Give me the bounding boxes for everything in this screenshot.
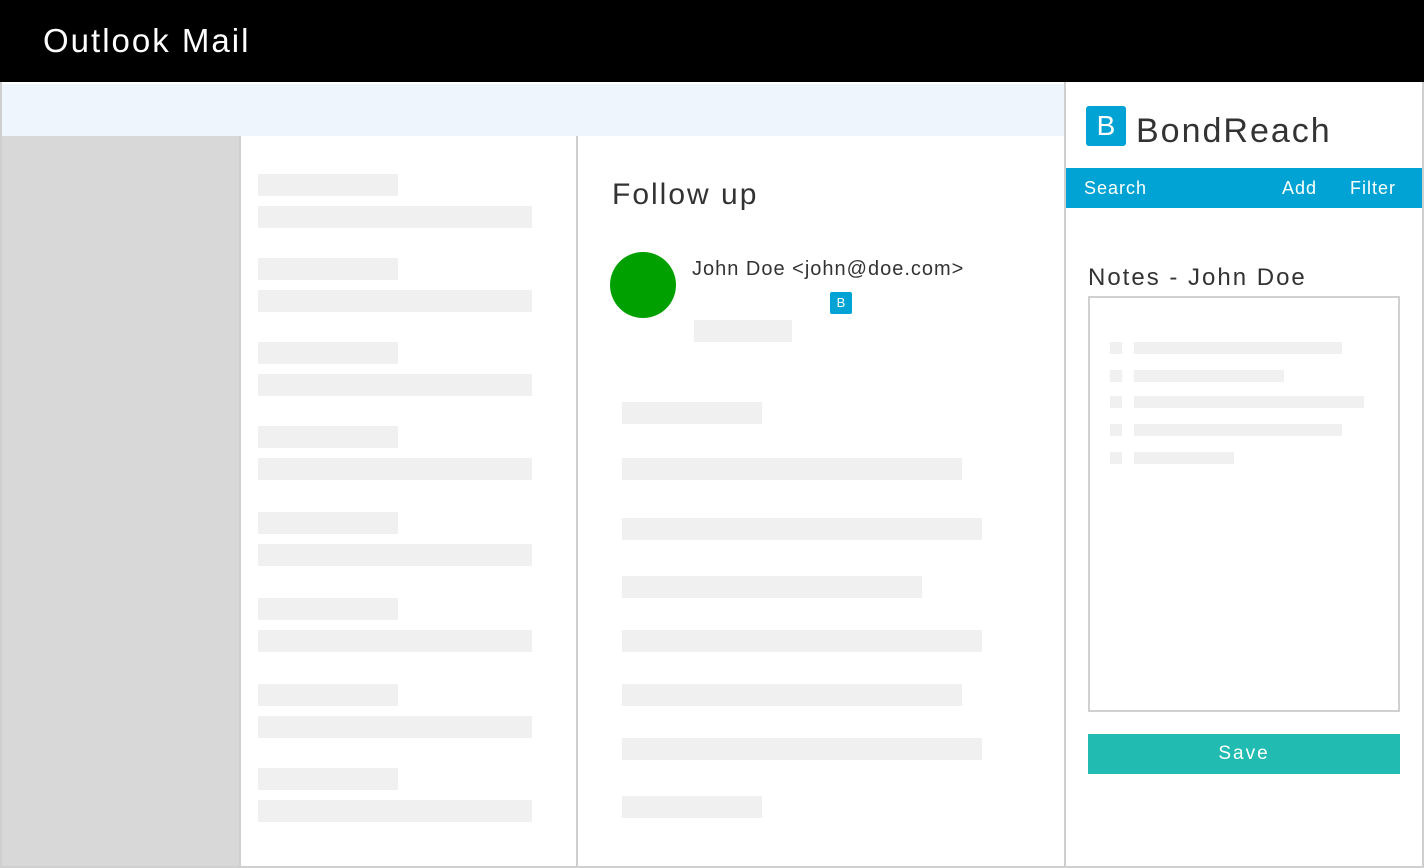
- body-line-placeholder: [622, 738, 982, 760]
- list-item-title-placeholder[interactable]: [258, 598, 398, 620]
- list-item-preview-placeholder[interactable]: [258, 800, 532, 822]
- bondreach-badge-icon[interactable]: B: [830, 292, 852, 314]
- note-bullet-placeholder: [1110, 370, 1122, 382]
- list-item-title-placeholder[interactable]: [258, 768, 398, 790]
- addin-brand-name: BondReach: [1136, 112, 1332, 150]
- body-line-placeholder: [622, 458, 962, 480]
- list-item-title-placeholder[interactable]: [258, 512, 398, 534]
- note-bullet-placeholder: [1110, 342, 1122, 354]
- body-line-placeholder: [622, 518, 982, 540]
- save-button[interactable]: Save: [1088, 734, 1400, 774]
- list-item-title-placeholder[interactable]: [258, 342, 398, 364]
- list-item-title-placeholder[interactable]: [258, 258, 398, 280]
- app-title: Outlook Mail: [43, 22, 251, 59]
- message-date-placeholder: [694, 320, 792, 342]
- note-line-placeholder: [1134, 452, 1234, 464]
- folder-pane[interactable]: [2, 136, 239, 866]
- note-bullet-placeholder: [1110, 396, 1122, 408]
- message-sender: John Doe <john@doe.com>: [692, 258, 965, 280]
- body-line-placeholder: [622, 796, 762, 818]
- list-item-title-placeholder[interactable]: [258, 426, 398, 448]
- body-line-placeholder: [622, 402, 762, 424]
- list-item-preview-placeholder[interactable]: [258, 290, 532, 312]
- body-line-placeholder: [622, 630, 982, 652]
- notes-textarea[interactable]: [1088, 296, 1400, 712]
- message-subject: Follow up: [612, 178, 759, 211]
- nav-filter-link[interactable]: Filter: [1350, 178, 1396, 199]
- nav-search-link[interactable]: Search: [1084, 178, 1147, 199]
- bondreach-logo-icon: B: [1086, 106, 1126, 146]
- note-line-placeholder: [1134, 370, 1284, 382]
- list-item-preview-placeholder[interactable]: [258, 206, 532, 228]
- notes-title: Notes - John Doe: [1088, 264, 1307, 291]
- note-line-placeholder: [1134, 424, 1342, 436]
- list-item-preview-placeholder[interactable]: [258, 544, 532, 566]
- note-bullet-placeholder: [1110, 424, 1122, 436]
- list-item-preview-placeholder[interactable]: [258, 716, 532, 738]
- body-line-placeholder: [622, 576, 922, 598]
- body-line-placeholder: [622, 684, 962, 706]
- sender-avatar: [610, 252, 676, 318]
- list-item-preview-placeholder[interactable]: [258, 374, 532, 396]
- nav-add-link[interactable]: Add: [1282, 178, 1317, 199]
- app-titlebar: Outlook Mail: [0, 0, 1424, 82]
- message-list[interactable]: [239, 136, 578, 866]
- list-item-title-placeholder[interactable]: [258, 174, 398, 196]
- list-item-preview-placeholder[interactable]: [258, 630, 532, 652]
- note-line-placeholder: [1134, 342, 1342, 354]
- note-line-placeholder: [1134, 396, 1364, 408]
- list-item-title-placeholder[interactable]: [258, 684, 398, 706]
- list-item-preview-placeholder[interactable]: [258, 458, 532, 480]
- ribbon-toolbar: [2, 84, 1064, 136]
- note-bullet-placeholder: [1110, 452, 1122, 464]
- addin-nav-bar: Search Add Filter: [1066, 168, 1422, 208]
